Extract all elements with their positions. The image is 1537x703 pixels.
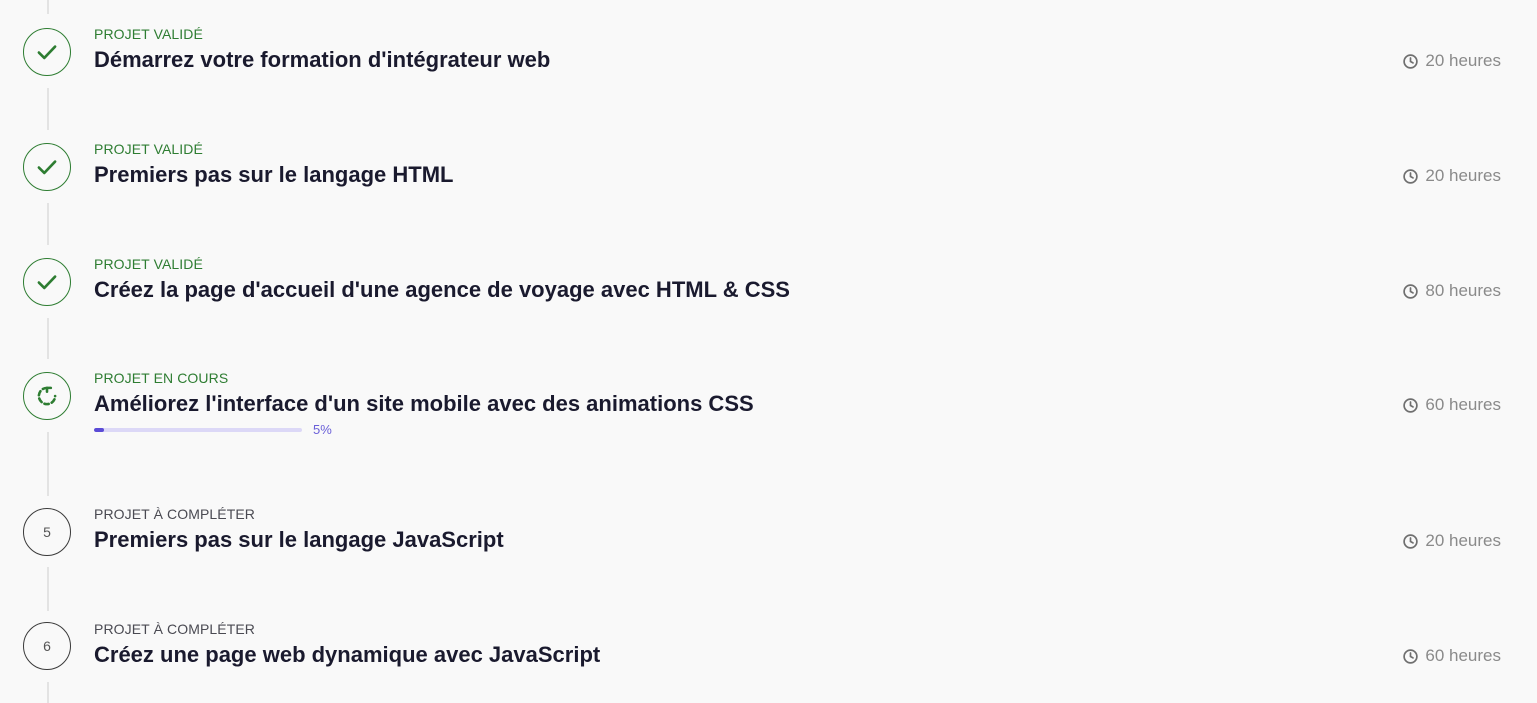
progress-bar bbox=[94, 428, 302, 432]
project-duration: 20 heures bbox=[1402, 166, 1501, 186]
project-status: PROJET EN COURS bbox=[94, 370, 229, 386]
in-progress-marker bbox=[23, 372, 71, 420]
timeline-connector bbox=[47, 682, 49, 703]
duration-label: 60 heures bbox=[1425, 646, 1501, 665]
validated-marker bbox=[23, 28, 71, 76]
project-title[interactable]: Créez la page d'accueil d'une agence de … bbox=[94, 277, 790, 303]
clock-icon bbox=[1402, 533, 1419, 550]
clock-icon bbox=[1402, 168, 1419, 185]
project-status: PROJET À COMPLÉTER bbox=[94, 506, 256, 522]
duration-label: 20 heures bbox=[1425, 166, 1501, 185]
project-timeline: PROJET VALIDÉ Démarrez votre formation d… bbox=[0, 0, 1537, 703]
step-number-marker: 5 bbox=[23, 508, 71, 556]
validated-marker bbox=[23, 258, 71, 306]
progress-percent: 5% bbox=[313, 422, 332, 437]
project-duration: 60 heures bbox=[1402, 395, 1501, 415]
duration-label: 80 heures bbox=[1425, 281, 1501, 300]
project-status: PROJET À COMPLÉTER bbox=[94, 621, 256, 637]
project-title[interactable]: Améliorez l'interface d'un site mobile a… bbox=[94, 391, 754, 417]
step-number-marker: 6 bbox=[23, 622, 71, 670]
clock-icon bbox=[1402, 283, 1419, 300]
duration-label: 20 heures bbox=[1425, 531, 1501, 550]
project-duration: 20 heures bbox=[1402, 531, 1501, 551]
timeline-connector bbox=[47, 203, 49, 245]
refresh-icon bbox=[34, 383, 60, 409]
timeline-connector bbox=[47, 567, 49, 611]
timeline-connector bbox=[47, 0, 49, 14]
duration-label: 60 heures bbox=[1425, 395, 1501, 414]
clock-icon bbox=[1402, 648, 1419, 665]
project-status: PROJET VALIDÉ bbox=[94, 141, 203, 157]
project-title[interactable]: Premiers pas sur le langage HTML bbox=[94, 162, 453, 188]
timeline-connector bbox=[47, 88, 49, 130]
validated-marker bbox=[23, 143, 71, 191]
timeline-connector bbox=[47, 432, 49, 496]
project-title[interactable]: Premiers pas sur le langage JavaScript bbox=[94, 527, 504, 553]
project-duration: 80 heures bbox=[1402, 281, 1501, 301]
project-title[interactable]: Créez une page web dynamique avec JavaSc… bbox=[94, 642, 600, 668]
project-status: PROJET VALIDÉ bbox=[94, 26, 203, 42]
duration-label: 20 heures bbox=[1425, 51, 1501, 70]
step-number: 6 bbox=[43, 638, 51, 654]
timeline-connector bbox=[47, 318, 49, 359]
progress-fill bbox=[94, 428, 105, 432]
clock-icon bbox=[1402, 397, 1419, 414]
project-duration: 20 heures bbox=[1402, 51, 1501, 71]
clock-icon bbox=[1402, 53, 1419, 70]
project-title[interactable]: Démarrez votre formation d'intégrateur w… bbox=[94, 47, 550, 73]
project-status: PROJET VALIDÉ bbox=[94, 256, 203, 272]
check-icon bbox=[34, 154, 60, 180]
project-duration: 60 heures bbox=[1402, 646, 1501, 666]
step-number: 5 bbox=[43, 524, 51, 540]
check-icon bbox=[34, 269, 60, 295]
check-icon bbox=[34, 39, 60, 65]
